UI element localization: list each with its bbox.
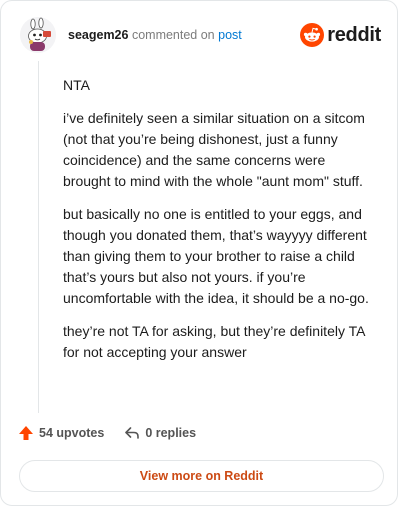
comment-paragraph: i’ve definitely seen a similar situation… <box>63 110 365 189</box>
snoo-avatar-icon <box>20 17 56 53</box>
comment-body: NTA i’ve definitely seen a similar situa… <box>63 75 375 375</box>
action-text: commented on <box>131 28 215 42</box>
thread-line <box>38 61 39 413</box>
comment-embed-card: seagem26 commented on post reddit NTA i’… <box>0 0 398 506</box>
view-more-button[interactable]: View more on Reddit <box>19 460 384 492</box>
comment-meta: seagem26 commented on post <box>68 27 242 43</box>
comment-header: seagem26 commented on post reddit <box>20 15 381 55</box>
avatar[interactable] <box>20 17 56 53</box>
username-link[interactable]: seagem26 <box>68 28 128 42</box>
comment-paragraph: they’re not TA for asking, but they’re d… <box>63 323 365 360</box>
reply-count: 0 replies <box>145 426 197 440</box>
reply-button[interactable]: 0 replies <box>124 425 196 441</box>
upvote-count: 54 upvotes <box>39 426 105 440</box>
reddit-brand[interactable]: reddit <box>300 23 381 47</box>
upvote-arrow-icon <box>19 426 33 440</box>
upvote-button[interactable]: 54 upvotes <box>18 425 104 441</box>
comment-footer: 54 upvotes 0 replies <box>18 425 196 441</box>
comment-paragraph: but basically no one is entitled to your… <box>63 206 369 306</box>
reply-icon <box>125 427 140 439</box>
post-link[interactable]: post <box>218 28 242 42</box>
reddit-wordmark: reddit <box>327 23 381 46</box>
reddit-logo-icon <box>300 23 325 47</box>
comment-paragraph: NTA <box>63 77 90 93</box>
